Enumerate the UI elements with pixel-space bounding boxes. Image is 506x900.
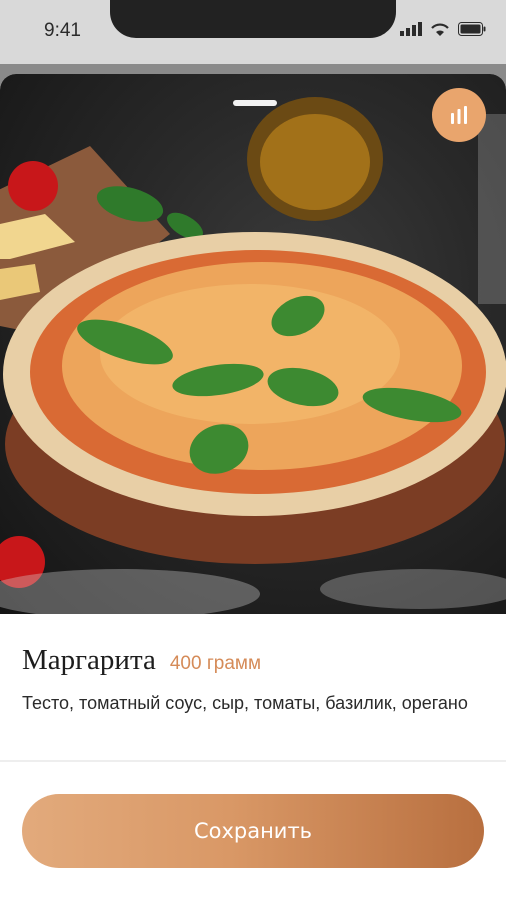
device-notch — [110, 0, 396, 38]
title-row: Маргарита 400 грамм — [22, 644, 261, 677]
save-button-label: Сохранить — [193, 819, 313, 843]
status-time: 9:41 — [44, 20, 81, 41]
signal-icon — [400, 22, 422, 36]
product-sheet: Маргарита 400 грамм Тесто, томатный соус… — [0, 74, 506, 900]
divider — [0, 760, 506, 762]
pizza-illustration — [0, 97, 506, 614]
product-image — [0, 74, 506, 614]
stats-button[interactable] — [432, 88, 486, 142]
bar-chart-icon — [451, 106, 467, 124]
status-bar: 9:41 — [0, 0, 506, 64]
product-name: Маргарита — [22, 644, 156, 676]
wifi-icon — [431, 23, 449, 36]
battery-icon — [458, 22, 486, 36]
sheet-grabber[interactable] — [233, 100, 277, 106]
save-button[interactable]: Сохранить — [22, 794, 484, 868]
status-icons — [400, 22, 486, 36]
product-weight: 400 грамм — [169, 653, 262, 674]
product-description: Тесто, томатный соус, сыр, томаты, базил… — [22, 693, 468, 713]
